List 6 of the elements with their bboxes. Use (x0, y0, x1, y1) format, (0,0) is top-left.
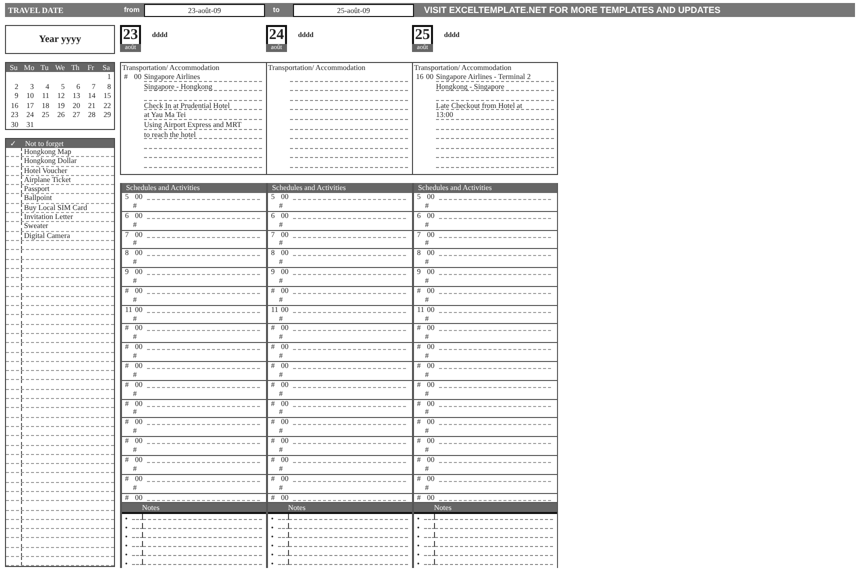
travel-date-label: TRAVEL DATE (7, 6, 64, 14)
banner-text: VISIT EXCELTEMPLATE.NET FOR MORE TEMPLATES AND UPDATES (424, 5, 721, 15)
day-number: 23 (120, 25, 141, 44)
year-box: Year yyyy (5, 25, 115, 54)
day-number: 24 (266, 25, 287, 44)
day-number: 25 (412, 25, 433, 44)
